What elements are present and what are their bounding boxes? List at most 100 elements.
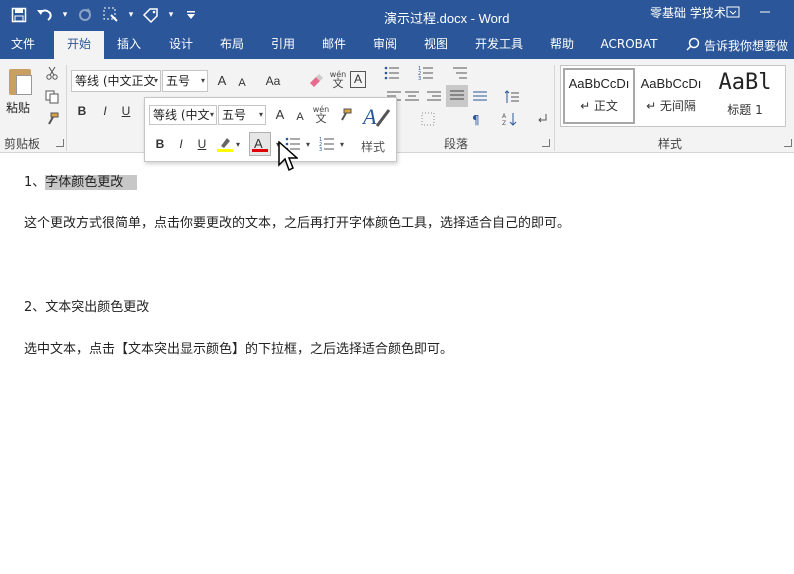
indent-icon[interactable] — [532, 109, 552, 129]
numbering-icon[interactable]: 123 — [416, 63, 436, 83]
tab-review[interactable]: 审阅 — [362, 31, 408, 59]
tab-view[interactable]: 视图 — [413, 31, 459, 59]
mini-phonetic-guide-icon[interactable]: wén 文 — [311, 104, 331, 124]
justify-icon[interactable] — [446, 85, 468, 107]
shrink-font-button[interactable]: A — [233, 73, 251, 93]
paste-button[interactable] — [6, 67, 36, 99]
tab-layout[interactable]: 布局 — [209, 31, 255, 59]
styles-icon: A — [361, 102, 391, 133]
heading-2[interactable]: 2、文本突出颜色更改 — [24, 296, 149, 315]
phonetic-guide-icon[interactable]: wén 文 — [328, 69, 348, 89]
mini-grow-font-button[interactable]: A — [271, 105, 289, 125]
copy-icon[interactable] — [42, 87, 62, 107]
ribbon-display-options-icon[interactable] — [720, 2, 746, 22]
mini-shrink-font-button[interactable]: A — [291, 107, 309, 127]
tab-design[interactable]: 设计 — [158, 31, 204, 59]
multilevel-list-icon[interactable] — [450, 63, 470, 83]
font-size-combo[interactable]: 五号 ▾ — [162, 70, 208, 92]
format-painter-icon[interactable] — [42, 109, 62, 129]
paste-label[interactable]: 粘贴 — [6, 99, 30, 116]
phonetic-bottom: 文 — [332, 77, 344, 90]
mini-underline-button[interactable]: U — [193, 134, 211, 154]
tab-mailings[interactable]: 邮件 — [311, 31, 357, 59]
chevron-down-icon: ▾ — [200, 76, 205, 85]
line-spacing-icon[interactable] — [502, 87, 522, 107]
tab-references[interactable]: 引用 — [260, 31, 306, 59]
bullets-dropdown-icon[interactable]: ▾ — [303, 134, 313, 154]
svg-text:A: A — [361, 104, 377, 129]
mini-toolbar: 等线 (中文 ▾ 五号 ▾ A A wén 文 B I U ▾ A ▾ ▾ 123 … — [144, 97, 397, 162]
style-name: 标题 1 — [727, 103, 763, 117]
italic-button[interactable]: I — [96, 101, 114, 121]
chevron-down-icon: ▾ — [209, 110, 214, 119]
tab-help[interactable]: 帮助 — [540, 31, 584, 59]
mini-numbering-icon[interactable]: 123 — [317, 134, 337, 154]
style-heading-1[interactable]: AaBl 标题 1 — [709, 68, 781, 124]
mini-font-size-combo[interactable]: 五号 ▾ — [218, 105, 266, 125]
style-sample: AaBbCcDı — [568, 76, 630, 91]
styles-launcher-icon[interactable] — [784, 139, 792, 147]
font-color-icon[interactable]: A — [249, 132, 271, 156]
styles-group-label: 样式 — [658, 137, 683, 151]
borders-icon[interactable] — [418, 109, 438, 129]
align-right-icon[interactable] — [424, 87, 444, 107]
tab-file[interactable]: 文件 — [0, 31, 46, 59]
font-size-value: 五号 — [166, 74, 191, 88]
change-case-button[interactable]: Aa — [262, 71, 284, 91]
paragraph-1[interactable]: 这个更改方式很简单，点击你要更改的文本，之后再打开字体颜色工具，选择适合自己的即… — [24, 212, 570, 231]
clipboard-launcher-icon[interactable] — [56, 139, 64, 147]
group-divider — [66, 65, 67, 151]
save-icon[interactable] — [8, 4, 30, 26]
paragraph-group-label: 段落 — [444, 137, 469, 151]
show-hide-marks-icon[interactable]: ¶ — [468, 109, 488, 129]
select-object-icon[interactable] — [100, 4, 122, 26]
bullets-icon[interactable] — [382, 63, 402, 83]
customize-qat-icon[interactable] — [180, 4, 202, 26]
tag-icon[interactable] — [140, 4, 162, 26]
undo-dropdown-icon[interactable]: ▾ — [60, 10, 70, 20]
user-name[interactable]: 零基础 学技术 — [650, 4, 726, 21]
clear-formatting-icon[interactable] — [306, 71, 326, 91]
underline-button[interactable]: U — [117, 101, 135, 121]
tell-me-box[interactable]: 告诉我你想要做 — [686, 37, 788, 54]
font-name-value: 等线 (中文正文 — [75, 74, 156, 88]
character-border-button[interactable]: A — [350, 71, 366, 88]
undo-icon[interactable] — [34, 4, 56, 26]
tab-insert[interactable]: 插入 — [106, 31, 152, 59]
heading-1[interactable]: 1、字体颜色更改 — [24, 171, 138, 190]
mini-styles-button[interactable]: A 样式 — [355, 102, 395, 158]
group-divider — [554, 65, 555, 151]
paragraph-launcher-icon[interactable] — [542, 139, 550, 147]
style-normal[interactable]: AaBbCcDı ↵ 正文 — [563, 68, 635, 124]
highlight-dropdown-icon[interactable]: ▾ — [233, 134, 243, 154]
align-center-icon[interactable] — [402, 87, 422, 107]
redo-icon[interactable] — [74, 4, 96, 26]
minimize-icon[interactable] — [752, 2, 778, 22]
tag-dropdown-icon[interactable]: ▾ — [166, 10, 176, 20]
bold-button[interactable]: B — [73, 101, 91, 121]
mini-font-name-value: 等线 (中文 — [153, 108, 210, 122]
grow-font-button[interactable]: A — [213, 71, 231, 91]
mouse-cursor-icon — [278, 140, 299, 173]
distributed-icon[interactable] — [470, 87, 490, 107]
mini-bold-button[interactable]: B — [151, 134, 169, 154]
font-name-combo[interactable]: 等线 (中文正文 ▾ — [71, 70, 161, 92]
tab-acrobat[interactable]: ACROBAT — [594, 31, 664, 59]
highlight-color-icon[interactable] — [215, 134, 235, 154]
mini-format-painter-icon[interactable] — [335, 105, 355, 125]
paragraph-2[interactable]: 选中文本，点击【文本突出显示颜色】的下拉框，之后选择适合颜色即可。 — [24, 338, 453, 357]
svg-text:3: 3 — [319, 147, 322, 151]
styles-gallery: AaBbCcDı ↵ 正文 AaBbCcDı ↵ 无间隔 AaBl 标题 1 — [560, 65, 786, 127]
tab-developer[interactable]: 开发工具 — [466, 31, 532, 59]
numbering-dropdown-icon[interactable]: ▾ — [337, 134, 347, 154]
svg-text:3: 3 — [418, 76, 421, 80]
mini-italic-button[interactable]: I — [172, 134, 190, 154]
sort-icon[interactable]: AZ — [500, 109, 520, 129]
mini-font-name-combo[interactable]: 等线 (中文 ▾ — [149, 105, 217, 125]
svg-text:Z: Z — [502, 120, 506, 126]
tab-home[interactable]: 开始 — [54, 31, 104, 59]
select-dropdown-icon[interactable]: ▾ — [126, 10, 136, 20]
phonetic-bottom: 文 — [315, 112, 327, 125]
cut-icon[interactable] — [42, 63, 62, 83]
style-no-spacing[interactable]: AaBbCcDı ↵ 无间隔 — [635, 68, 707, 124]
